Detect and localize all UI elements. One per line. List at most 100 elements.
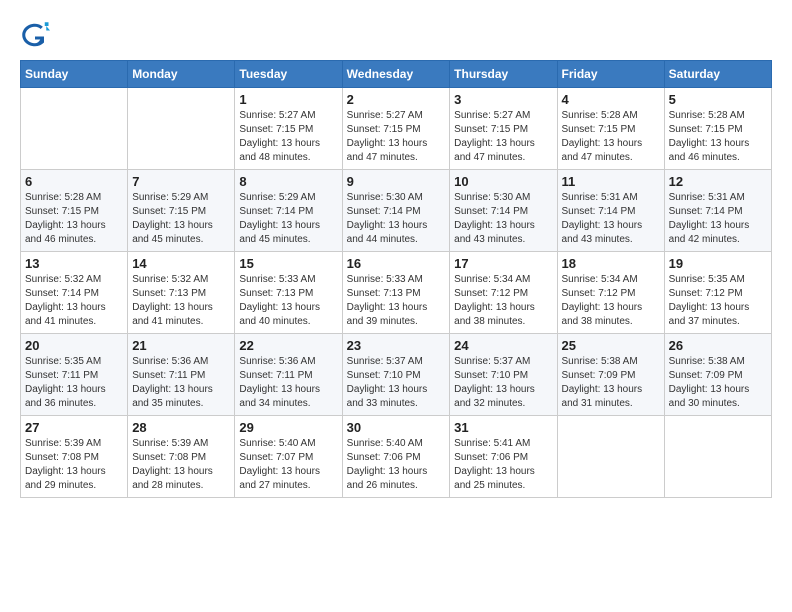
day-info: Sunrise: 5:38 AM Sunset: 7:09 PM Dayligh… (562, 355, 660, 411)
calendar-cell: 17 Sunrise: 5:34 AM Sunset: 7:12 PM Dayli… (450, 252, 557, 334)
day-number: 20 (25, 338, 123, 353)
calendar-cell: 12Sunrise: 5:31 AM Sunset: 7:14 PM Dayli… (664, 170, 771, 252)
weekday-row: SundayMondayTuesdayWednesdayThursdayFrid… (21, 61, 772, 88)
day-number: 22 (239, 338, 337, 353)
calendar-cell: 19 Sunrise: 5:35 AM Sunset: 7:12 PM Dayli… (664, 252, 771, 334)
day-number: 7 (132, 174, 230, 189)
day-number: 25 (562, 338, 660, 353)
day-number: 11 (562, 174, 660, 189)
calendar-cell: 9 Sunrise: 5:30 AM Sunset: 7:14 PM Daylig… (342, 170, 450, 252)
calendar-cell (557, 416, 664, 498)
day-number: 23 (347, 338, 446, 353)
day-number: 5 (669, 92, 767, 107)
weekday-header-monday: Monday (128, 61, 235, 88)
day-number: 3 (454, 92, 552, 107)
day-number: 17 (454, 256, 552, 271)
day-info: Sunrise: 5:37 AM Sunset: 7:10 PM Dayligh… (454, 355, 552, 411)
weekday-header-thursday: Thursday (450, 61, 557, 88)
calendar-cell: 21Sunrise: 5:36 AM Sunset: 7:11 PM Dayli… (128, 334, 235, 416)
day-number: 30 (347, 420, 446, 435)
day-number: 18 (562, 256, 660, 271)
calendar-body: 1 Sunrise: 5:27 AM Sunset: 7:15 PM Daylig… (21, 88, 772, 498)
day-number: 27 (25, 420, 123, 435)
calendar-cell: 18 Sunrise: 5:34 AM Sunset: 7:12 PM Dayli… (557, 252, 664, 334)
day-number: 15 (239, 256, 337, 271)
calendar-cell: 14 Sunrise: 5:32 AM Sunset: 7:13 PM Dayli… (128, 252, 235, 334)
weekday-header-wednesday: Wednesday (342, 61, 450, 88)
calendar-cell: 15 Sunrise: 5:33 AM Sunset: 7:13 PM Dayli… (235, 252, 342, 334)
day-info: Sunrise: 5:29 AM Sunset: 7:15 PM Dayligh… (132, 191, 230, 247)
calendar-cell: 7 Sunrise: 5:29 AM Sunset: 7:15 PM Daylig… (128, 170, 235, 252)
logo-icon (20, 20, 50, 50)
day-number: 6 (25, 174, 123, 189)
calendar-cell: 22 Sunrise: 5:36 AM Sunset: 7:11 PM Dayli… (235, 334, 342, 416)
day-info: Sunrise: 5:32 AM Sunset: 7:13 PM Dayligh… (132, 273, 230, 329)
calendar-cell: 27Sunrise: 5:39 AM Sunset: 7:08 PM Dayli… (21, 416, 128, 498)
calendar-cell (128, 88, 235, 170)
calendar-cell: 5 Sunrise: 5:28 AM Sunset: 7:15 PM Daylig… (664, 88, 771, 170)
weekday-header-saturday: Saturday (664, 61, 771, 88)
day-number: 4 (562, 92, 660, 107)
day-info: Sunrise: 5:30 AM Sunset: 7:14 PM Dayligh… (454, 191, 552, 247)
calendar-week-4: 20 Sunrise: 5:35 AM Sunset: 7:11 PM Dayli… (21, 334, 772, 416)
day-info: Sunrise: 5:35 AM Sunset: 7:11 PM Dayligh… (25, 355, 123, 411)
day-info: Sunrise: 5:37 AM Sunset: 7:10 PM Dayligh… (347, 355, 446, 411)
calendar-cell: 30 Sunrise: 5:40 AM Sunset: 7:06 PM Dayli… (342, 416, 450, 498)
calendar-cell: 16 Sunrise: 5:33 AM Sunset: 7:13 PM Dayli… (342, 252, 450, 334)
day-info: Sunrise: 5:27 AM Sunset: 7:15 PM Dayligh… (239, 109, 337, 165)
calendar-cell: 13Sunrise: 5:32 AM Sunset: 7:14 PM Dayli… (21, 252, 128, 334)
weekday-header-sunday: Sunday (21, 61, 128, 88)
calendar-cell: 25 Sunrise: 5:38 AM Sunset: 7:09 PM Dayli… (557, 334, 664, 416)
calendar-week-2: 6 Sunrise: 5:28 AM Sunset: 7:15 PM Daylig… (21, 170, 772, 252)
day-number: 29 (239, 420, 337, 435)
calendar-cell: 28 Sunrise: 5:39 AM Sunset: 7:08 PM Dayli… (128, 416, 235, 498)
calendar-header: SundayMondayTuesdayWednesdayThursdayFrid… (21, 61, 772, 88)
calendar-cell: 4 Sunrise: 5:28 AM Sunset: 7:15 PM Daylig… (557, 88, 664, 170)
day-info: Sunrise: 5:34 AM Sunset: 7:12 PM Dayligh… (562, 273, 660, 329)
day-info: Sunrise: 5:33 AM Sunset: 7:13 PM Dayligh… (239, 273, 337, 329)
calendar-cell: 23 Sunrise: 5:37 AM Sunset: 7:10 PM Dayli… (342, 334, 450, 416)
calendar-cell: 2Sunrise: 5:27 AM Sunset: 7:15 PM Daylig… (342, 88, 450, 170)
day-info: Sunrise: 5:30 AM Sunset: 7:14 PM Dayligh… (347, 191, 446, 247)
calendar-cell: 24 Sunrise: 5:37 AM Sunset: 7:10 PM Dayli… (450, 334, 557, 416)
day-info: Sunrise: 5:34 AM Sunset: 7:12 PM Dayligh… (454, 273, 552, 329)
day-info: Sunrise: 5:28 AM Sunset: 7:15 PM Dayligh… (669, 109, 767, 165)
calendar-week-5: 27 Sunrise: 5:39 AM Sunset: 7:08 PM Dayli… (21, 416, 772, 498)
weekday-header-friday: Friday (557, 61, 664, 88)
day-info: Sunrise: 5:28 AM Sunset: 7:15 PM Dayligh… (25, 191, 123, 247)
calendar-cell (21, 88, 128, 170)
day-number: 14 (132, 256, 230, 271)
calendar-cell: 20 Sunrise: 5:35 AM Sunset: 7:11 PM Dayli… (21, 334, 128, 416)
day-number: 21 (132, 338, 230, 353)
day-number: 9 (347, 174, 446, 189)
day-info: Sunrise: 5:36 AM Sunset: 7:11 PM Dayligh… (239, 355, 337, 411)
calendar-cell: 6 Sunrise: 5:28 AM Sunset: 7:15 PM Daylig… (21, 170, 128, 252)
calendar-cell: 3Sunrise: 5:27 AM Sunset: 7:15 PM Daylig… (450, 88, 557, 170)
day-info: Sunrise: 5:41 AM Sunset: 7:06 PM Dayligh… (454, 437, 552, 493)
page-header (20, 20, 772, 50)
day-number: 13 (25, 256, 123, 271)
day-info: Sunrise: 5:31 AM Sunset: 7:14 PM Dayligh… (562, 191, 660, 247)
day-info: Sunrise: 5:33 AM Sunset: 7:13 PM Dayligh… (347, 273, 446, 329)
day-info: Sunrise: 5:39 AM Sunset: 7:08 PM Dayligh… (132, 437, 230, 493)
day-info: Sunrise: 5:28 AM Sunset: 7:15 PM Dayligh… (562, 109, 660, 165)
calendar-cell: 31Sunrise: 5:41 AM Sunset: 7:06 PM Dayli… (450, 416, 557, 498)
day-number: 19 (669, 256, 767, 271)
day-number: 24 (454, 338, 552, 353)
day-number: 10 (454, 174, 552, 189)
calendar-cell: 10 Sunrise: 5:30 AM Sunset: 7:14 PM Dayli… (450, 170, 557, 252)
day-info: Sunrise: 5:35 AM Sunset: 7:12 PM Dayligh… (669, 273, 767, 329)
day-number: 26 (669, 338, 767, 353)
logo (20, 20, 54, 50)
day-number: 12 (669, 174, 767, 189)
day-info: Sunrise: 5:27 AM Sunset: 7:15 PM Dayligh… (347, 109, 446, 165)
day-info: Sunrise: 5:40 AM Sunset: 7:06 PM Dayligh… (347, 437, 446, 493)
day-info: Sunrise: 5:38 AM Sunset: 7:09 PM Dayligh… (669, 355, 767, 411)
day-number: 16 (347, 256, 446, 271)
calendar-table: SundayMondayTuesdayWednesdayThursdayFrid… (20, 60, 772, 498)
calendar-cell (664, 416, 771, 498)
day-number: 1 (239, 92, 337, 107)
day-number: 28 (132, 420, 230, 435)
weekday-header-tuesday: Tuesday (235, 61, 342, 88)
calendar-cell: 11 Sunrise: 5:31 AM Sunset: 7:14 PM Dayli… (557, 170, 664, 252)
